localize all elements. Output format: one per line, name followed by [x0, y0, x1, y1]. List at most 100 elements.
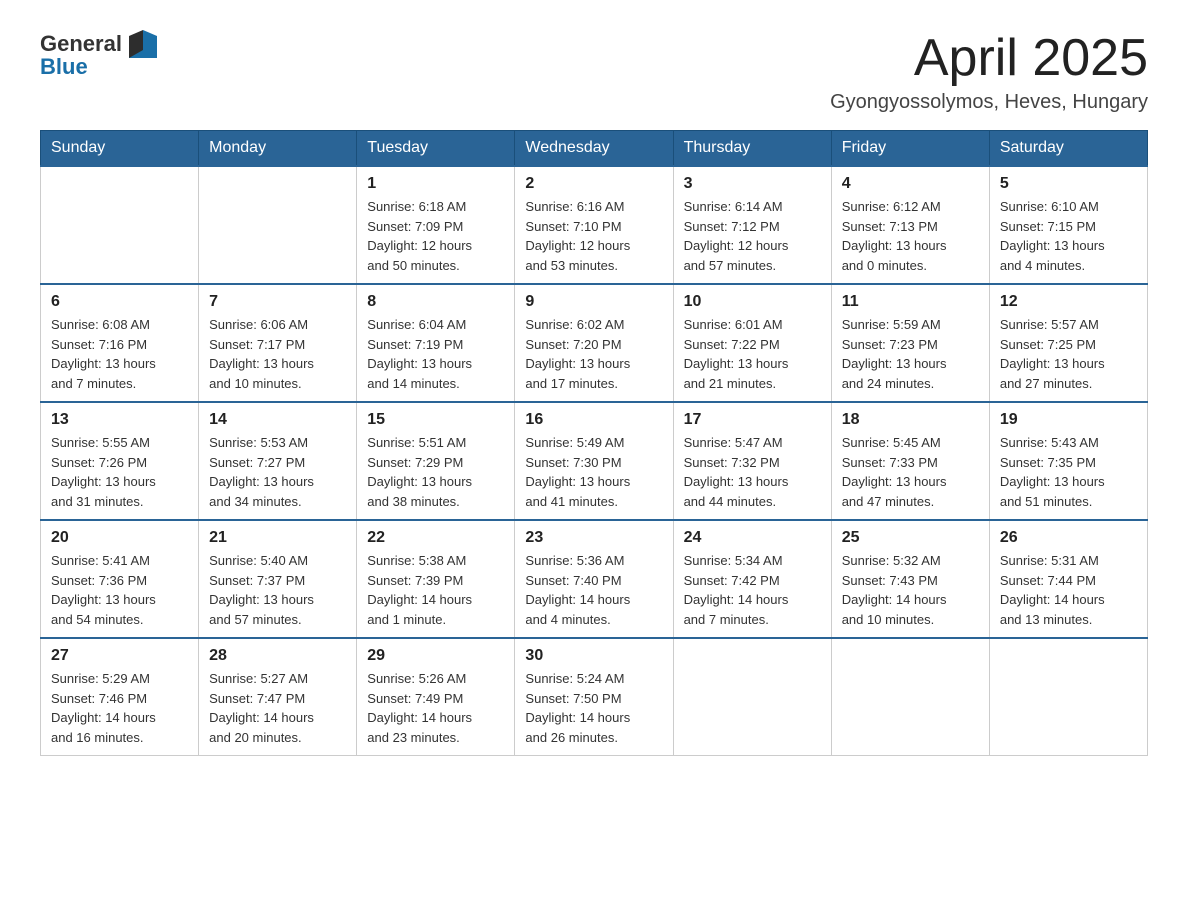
calendar-cell: 30Sunrise: 5:24 AM Sunset: 7:50 PM Dayli… [515, 638, 673, 756]
day-number: 18 [842, 411, 979, 429]
day-info: Sunrise: 6:08 AM Sunset: 7:16 PM Dayligh… [51, 315, 188, 393]
weekday-header-saturday: Saturday [989, 131, 1147, 167]
day-info: Sunrise: 5:57 AM Sunset: 7:25 PM Dayligh… [1000, 315, 1137, 393]
week-row-2: 6 Sunrise: 6:08 AM Sunset: 7:16 PM Daylig… [41, 284, 1148, 402]
calendar-cell: 28 Sunrise: 5:27 AM Sunset: 7:47 PM Dayli… [199, 638, 357, 756]
day-info: Sunrise: 5:27 AM Sunset: 7:47 PM Dayligh… [209, 669, 346, 747]
weekday-header-sunday: Sunday [41, 131, 199, 167]
calendar-cell: 1 Sunrise: 6:18 AM Sunset: 7:09 PM Daylig… [357, 166, 515, 284]
page-header: General Blue April 2025 Gyongyossolymos,… [40, 30, 1148, 114]
day-number: 12 [1000, 293, 1137, 311]
calendar-cell: 25 Sunrise: 5:32 AM Sunset: 7:43 PM Dayli… [831, 520, 989, 638]
calendar-cell: 2 Sunrise: 6:16 AM Sunset: 7:10 PM Daylig… [515, 166, 673, 284]
day-info: Sunrise: 5:32 AM Sunset: 7:43 PM Dayligh… [842, 551, 979, 629]
week-row-1: 1 Sunrise: 6:18 AM Sunset: 7:09 PM Daylig… [41, 166, 1148, 284]
day-number: 29 [367, 647, 504, 665]
day-number: 1 [367, 175, 504, 193]
day-info: Sunrise: 6:12 AM Sunset: 7:13 PM Dayligh… [842, 197, 979, 275]
day-info: Sunrise: 6:14 AM Sunset: 7:12 PM Dayligh… [684, 197, 821, 275]
calendar-cell: 15 Sunrise: 5:51 AM Sunset: 7:29 PM Dayli… [357, 402, 515, 520]
weekday-header-monday: Monday [199, 131, 357, 167]
day-info: Sunrise: 6:16 AM Sunset: 7:10 PM Dayligh… [525, 197, 662, 275]
calendar-cell: 19 Sunrise: 5:43 AM Sunset: 7:35 PM Dayli… [989, 402, 1147, 520]
day-number: 17 [684, 411, 821, 429]
calendar-cell: 22 Sunrise: 5:38 AM Sunset: 7:39 PM Dayli… [357, 520, 515, 638]
calendar-cell: 8Sunrise: 6:04 AM Sunset: 7:19 PM Daylig… [357, 284, 515, 402]
day-number: 2 [525, 175, 662, 193]
calendar-cell: 14 Sunrise: 5:53 AM Sunset: 7:27 PM Dayli… [199, 402, 357, 520]
day-number: 25 [842, 529, 979, 547]
logo-blue: Blue [40, 54, 88, 80]
day-number: 5 [1000, 175, 1137, 193]
day-info: Sunrise: 5:34 AM Sunset: 7:42 PM Dayligh… [684, 551, 821, 629]
day-info: Sunrise: 6:04 AM Sunset: 7:19 PM Dayligh… [367, 315, 504, 393]
calendar-cell [989, 638, 1147, 756]
day-number: 26 [1000, 529, 1137, 547]
day-number: 22 [367, 529, 504, 547]
day-number: 27 [51, 647, 188, 665]
calendar-cell: 20 Sunrise: 5:41 AM Sunset: 7:36 PM Dayli… [41, 520, 199, 638]
day-info: Sunrise: 5:41 AM Sunset: 7:36 PM Dayligh… [51, 551, 188, 629]
day-info: Sunrise: 5:26 AM Sunset: 7:49 PM Dayligh… [367, 669, 504, 747]
calendar-cell [673, 638, 831, 756]
week-row-3: 13Sunrise: 5:55 AM Sunset: 7:26 PM Dayli… [41, 402, 1148, 520]
weekday-header-tuesday: Tuesday [357, 131, 515, 167]
day-info: Sunrise: 5:59 AM Sunset: 7:23 PM Dayligh… [842, 315, 979, 393]
calendar-cell: 9 Sunrise: 6:02 AM Sunset: 7:20 PM Daylig… [515, 284, 673, 402]
weekday-header-wednesday: Wednesday [515, 131, 673, 167]
week-row-5: 27Sunrise: 5:29 AM Sunset: 7:46 PM Dayli… [41, 638, 1148, 756]
day-number: 7 [209, 293, 346, 311]
title-block: April 2025 Gyongyossolymos, Heves, Hunga… [830, 30, 1148, 114]
weekday-header-row: SundayMondayTuesdayWednesdayThursdayFrid… [41, 131, 1148, 167]
calendar-cell: 24Sunrise: 5:34 AM Sunset: 7:42 PM Dayli… [673, 520, 831, 638]
calendar-cell: 27Sunrise: 5:29 AM Sunset: 7:46 PM Dayli… [41, 638, 199, 756]
calendar-cell: 6 Sunrise: 6:08 AM Sunset: 7:16 PM Daylig… [41, 284, 199, 402]
calendar-cell: 18 Sunrise: 5:45 AM Sunset: 7:33 PM Dayli… [831, 402, 989, 520]
day-info: Sunrise: 5:43 AM Sunset: 7:35 PM Dayligh… [1000, 433, 1137, 511]
day-info: Sunrise: 5:53 AM Sunset: 7:27 PM Dayligh… [209, 433, 346, 511]
day-number: 15 [367, 411, 504, 429]
calendar-cell: 4 Sunrise: 6:12 AM Sunset: 7:13 PM Daylig… [831, 166, 989, 284]
day-info: Sunrise: 6:02 AM Sunset: 7:20 PM Dayligh… [525, 315, 662, 393]
day-info: Sunrise: 6:06 AM Sunset: 7:17 PM Dayligh… [209, 315, 346, 393]
day-info: Sunrise: 5:36 AM Sunset: 7:40 PM Dayligh… [525, 551, 662, 629]
day-info: Sunrise: 5:45 AM Sunset: 7:33 PM Dayligh… [842, 433, 979, 511]
day-number: 16 [525, 411, 662, 429]
day-info: Sunrise: 5:49 AM Sunset: 7:30 PM Dayligh… [525, 433, 662, 511]
day-info: Sunrise: 5:38 AM Sunset: 7:39 PM Dayligh… [367, 551, 504, 629]
day-number: 13 [51, 411, 188, 429]
day-number: 4 [842, 175, 979, 193]
calendar-cell: 7 Sunrise: 6:06 AM Sunset: 7:17 PM Daylig… [199, 284, 357, 402]
week-row-4: 20 Sunrise: 5:41 AM Sunset: 7:36 PM Dayli… [41, 520, 1148, 638]
calendar-cell: 3Sunrise: 6:14 AM Sunset: 7:12 PM Daylig… [673, 166, 831, 284]
logo: General Blue [40, 30, 157, 80]
day-info: Sunrise: 5:51 AM Sunset: 7:29 PM Dayligh… [367, 433, 504, 511]
calendar-subtitle: Gyongyossolymos, Heves, Hungary [830, 91, 1148, 114]
day-number: 14 [209, 411, 346, 429]
calendar-cell: 26 Sunrise: 5:31 AM Sunset: 7:44 PM Dayli… [989, 520, 1147, 638]
calendar-cell: 11 Sunrise: 5:59 AM Sunset: 7:23 PM Dayli… [831, 284, 989, 402]
calendar-cell: 21Sunrise: 5:40 AM Sunset: 7:37 PM Dayli… [199, 520, 357, 638]
day-info: Sunrise: 6:10 AM Sunset: 7:15 PM Dayligh… [1000, 197, 1137, 275]
calendar-cell [41, 166, 199, 284]
calendar-title: April 2025 [830, 30, 1148, 87]
calendar-cell [831, 638, 989, 756]
day-number: 11 [842, 293, 979, 311]
day-number: 28 [209, 647, 346, 665]
day-info: Sunrise: 5:47 AM Sunset: 7:32 PM Dayligh… [684, 433, 821, 511]
day-number: 20 [51, 529, 188, 547]
weekday-header-friday: Friday [831, 131, 989, 167]
calendar-cell: 16 Sunrise: 5:49 AM Sunset: 7:30 PM Dayli… [515, 402, 673, 520]
day-number: 19 [1000, 411, 1137, 429]
day-number: 23 [525, 529, 662, 547]
calendar-table: SundayMondayTuesdayWednesdayThursdayFrid… [40, 130, 1148, 756]
day-number: 6 [51, 293, 188, 311]
day-info: Sunrise: 5:24 AM Sunset: 7:50 PM Dayligh… [525, 669, 662, 747]
day-info: Sunrise: 6:18 AM Sunset: 7:09 PM Dayligh… [367, 197, 504, 275]
calendar-cell: 29 Sunrise: 5:26 AM Sunset: 7:49 PM Dayli… [357, 638, 515, 756]
day-number: 9 [525, 293, 662, 311]
day-info: Sunrise: 5:40 AM Sunset: 7:37 PM Dayligh… [209, 551, 346, 629]
day-info: Sunrise: 5:31 AM Sunset: 7:44 PM Dayligh… [1000, 551, 1137, 629]
weekday-header-thursday: Thursday [673, 131, 831, 167]
calendar-cell: 10Sunrise: 6:01 AM Sunset: 7:22 PM Dayli… [673, 284, 831, 402]
